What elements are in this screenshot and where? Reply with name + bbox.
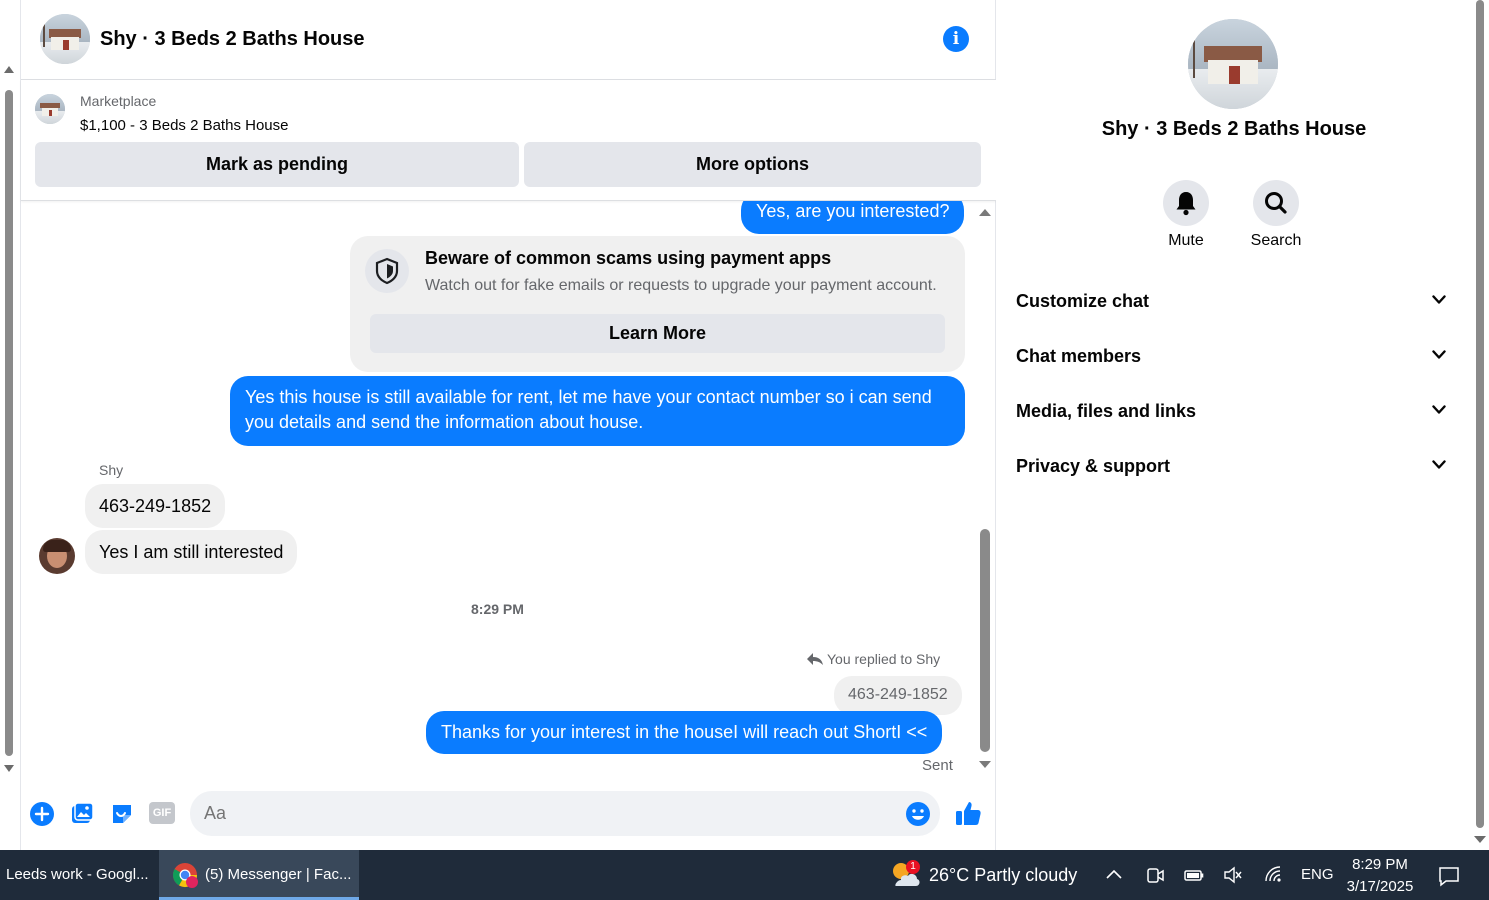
chevron-down-icon [1432, 405, 1446, 414]
taskbar: Leeds work - Googl... (5) Messenger | Fa… [0, 850, 1489, 900]
scrollbar-thumb[interactable] [1476, 0, 1484, 828]
mute-label: Mute [1168, 232, 1204, 249]
battery-icon[interactable] [1184, 865, 1204, 885]
language-indicator[interactable]: ENG [1301, 866, 1334, 883]
emoji-icon[interactable] [905, 801, 931, 827]
chat-title[interactable]: Shy · 3 Beds 2 Baths House [100, 28, 365, 51]
meet-now-icon[interactable] [1145, 865, 1165, 885]
weather-badge: 1 [906, 860, 920, 874]
taskbar-item-label: Leeds work - Googl... [6, 866, 149, 883]
chevron-down-icon [1432, 350, 1446, 359]
message-scrollbar[interactable] [978, 201, 994, 772]
section-label: Media, files and links [1016, 401, 1197, 421]
scam-warning-card: Beware of common scams using payment app… [350, 236, 965, 372]
scam-subtitle: Watch out for fake emails or requests to… [425, 277, 937, 294]
weather-widget[interactable]: 1 26°C Partly cloudy [888, 850, 1088, 900]
accordion-chat-members[interactable]: Chat members [1016, 337, 1452, 377]
shield-icon [365, 249, 409, 293]
scroll-down-arrow[interactable] [979, 761, 991, 768]
scam-title: Beware of common scams using payment app… [425, 248, 832, 268]
info-icon[interactable]: i [943, 26, 969, 52]
marketplace-label: Marketplace [80, 93, 157, 109]
listing-title[interactable]: $1,100 - 3 Beds 2 Baths House [80, 117, 288, 134]
chat-avatar[interactable] [40, 14, 90, 64]
taskbar-item-chrome-leeds[interactable]: Leeds work - Googl... [0, 850, 155, 900]
photo-icon[interactable] [69, 801, 95, 827]
chevron-down-icon [1432, 460, 1446, 469]
learn-more-button[interactable]: Learn More [370, 314, 945, 353]
clock-date: 3/17/2025 [1346, 878, 1414, 895]
outgoing-message[interactable]: Yes this house is still available for re… [230, 376, 965, 446]
outgoing-message[interactable]: Thanks for your interest in the houseI w… [426, 711, 943, 754]
chrome-icon [172, 863, 198, 888]
sent-status: Sent [922, 757, 953, 774]
bell-icon [1176, 192, 1196, 216]
profile-avatar[interactable] [1188, 19, 1278, 109]
sticker-icon[interactable] [109, 801, 135, 827]
message-list[interactable]: Yes, are you interested? Beware of commo… [21, 201, 996, 781]
incoming-message[interactable]: 463-249-1852 [85, 484, 226, 528]
quoted-message[interactable]: 463-249-1852 [834, 676, 962, 715]
outer-scrollbar[interactable] [0, 60, 18, 775]
section-label: Chat members [1016, 346, 1142, 366]
taskbar-item-label: (5) Messenger | Fac... [205, 866, 352, 883]
listing-thumbnail[interactable] [35, 94, 65, 124]
gif-button[interactable]: GIF [149, 802, 175, 824]
volume-muted-icon[interactable] [1223, 865, 1243, 885]
scroll-down-arrow[interactable] [1474, 836, 1486, 843]
chat-header: Shy · 3 Beds 2 Baths House i [21, 0, 996, 80]
thumbs-up-icon[interactable] [954, 799, 982, 827]
section-label: Customize chat [1016, 291, 1150, 311]
sender-name: Shy [99, 462, 124, 478]
page-scrollbar[interactable] [1472, 0, 1489, 850]
accordion-media-files-links[interactable]: Media, files and links [1016, 392, 1452, 432]
scroll-up-arrow[interactable] [4, 66, 14, 73]
mark-pending-button[interactable]: Mark as pending [35, 142, 519, 187]
plus-icon[interactable] [29, 801, 55, 827]
scroll-down-arrow[interactable] [4, 765, 14, 772]
chat-panel: Shy · 3 Beds 2 Baths House i Marketplace… [20, 0, 996, 850]
network-icon[interactable] [1264, 865, 1284, 885]
reply-icon [807, 653, 823, 665]
more-options-button[interactable]: More options [524, 142, 981, 187]
chevron-up-icon[interactable] [1104, 865, 1124, 885]
chevron-down-icon [1432, 295, 1446, 304]
accordion-customize-chat[interactable]: Customize chat [1016, 282, 1452, 322]
mute-button[interactable] [1163, 180, 1209, 226]
replied-label: You replied to Shy [827, 651, 941, 667]
chat-details-panel: Shy · 3 Beds 2 Baths House Mute Search C… [996, 0, 1472, 850]
clock-time: 8:29 PM [1352, 856, 1408, 873]
scroll-up-arrow[interactable] [979, 209, 991, 216]
notifications-icon[interactable] [1438, 865, 1460, 887]
composer: GIF [21, 785, 996, 845]
marketplace-banner: Marketplace $1,100 - 3 Beds 2 Baths Hous… [21, 80, 996, 201]
search-button[interactable] [1253, 180, 1299, 226]
search-label: Search [1250, 232, 1302, 249]
search-icon [1265, 192, 1287, 214]
accordion-privacy-support[interactable]: Privacy & support [1016, 447, 1452, 487]
taskbar-item-messenger[interactable]: (5) Messenger | Fac... [159, 850, 359, 900]
section-label: Privacy & support [1016, 456, 1171, 476]
scrollbar-thumb[interactable] [5, 90, 13, 756]
weather-text: 26°C Partly cloudy [929, 865, 1078, 885]
clock[interactable]: 8:29 PM 3/17/2025 [1340, 854, 1420, 898]
sender-avatar[interactable] [39, 538, 75, 574]
details-title: Shy · 3 Beds 2 Baths House [1101, 118, 1367, 140]
incoming-message[interactable]: Yes I am still interested [85, 530, 298, 574]
scrollbar-thumb[interactable] [980, 529, 990, 752]
outgoing-message[interactable]: Yes, are you interested? [741, 201, 965, 234]
message-timestamp: 8:29 PM [471, 601, 524, 617]
message-input[interactable] [190, 791, 940, 836]
